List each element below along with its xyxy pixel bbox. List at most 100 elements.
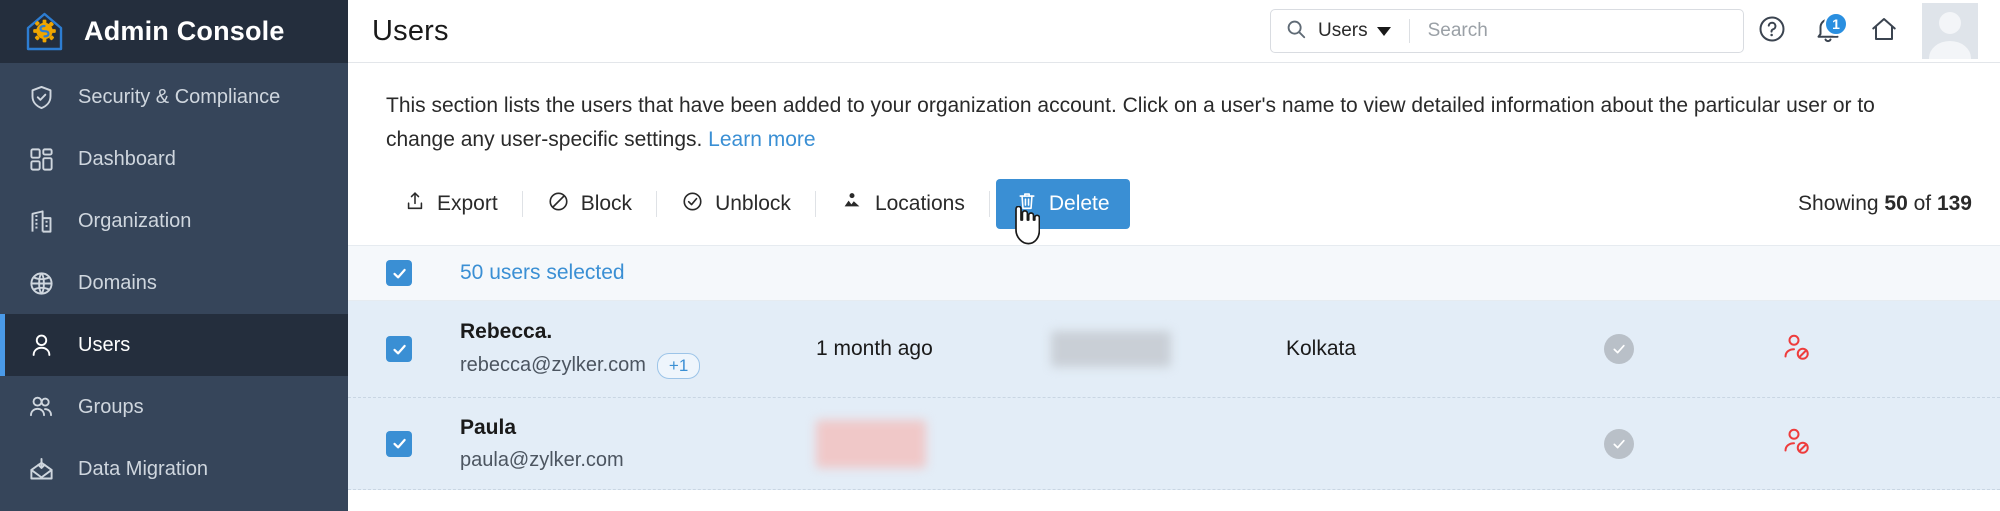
select-all-checkbox[interactable] xyxy=(386,260,412,287)
section-description: This section lists the users that have b… xyxy=(348,63,1928,157)
trash-icon xyxy=(1016,190,1038,218)
sidebar-item-label: Domains xyxy=(78,271,157,294)
delete-label: Delete xyxy=(1048,192,1110,216)
showing-count: Showing 50 of 139 xyxy=(1798,192,1972,216)
selected-count-label[interactable]: 50 users selected xyxy=(460,261,625,285)
user-email: paula@zylker.com xyxy=(460,448,624,471)
sidebar-nav: Security & Compliance Dashboard Organiza… xyxy=(0,63,348,511)
users-group-icon xyxy=(26,392,56,422)
last-active-cell xyxy=(816,419,1051,468)
export-upload-icon xyxy=(404,190,426,218)
sidebar-item-groups[interactable]: Groups xyxy=(0,376,348,438)
row-checkbox[interactable] xyxy=(386,336,412,363)
divider xyxy=(1408,19,1410,43)
user-name[interactable]: Rebecca. xyxy=(460,320,816,344)
user-name[interactable]: Paula xyxy=(460,416,816,440)
building-icon xyxy=(26,206,56,236)
divider xyxy=(656,191,658,218)
divider xyxy=(988,191,990,218)
sidebar-item-label: Data Migration xyxy=(78,457,209,480)
masked-value-cell xyxy=(1051,331,1286,368)
status-cell xyxy=(1516,428,1721,459)
user-cell: Paula paula@zylker.com xyxy=(412,416,816,472)
sidebar-item-users[interactable]: Users xyxy=(0,314,348,376)
user-icon xyxy=(26,330,56,360)
sidebar-item-data-migration[interactable]: Data Migration xyxy=(0,438,348,500)
delete-button[interactable]: Delete xyxy=(995,179,1130,230)
block-label: Block xyxy=(580,192,633,216)
showing-prefix: Showing xyxy=(1798,192,1885,216)
showing-total-count: 139 xyxy=(1936,192,1972,216)
locations-people-icon xyxy=(840,189,864,219)
page-title: Users xyxy=(372,14,449,47)
row-checkbox[interactable] xyxy=(386,430,412,457)
brand-header[interactable]: Admin Console xyxy=(0,0,348,63)
table-row[interactable]: Paula paula@zylker.com xyxy=(348,398,2000,491)
description-text: This section lists the users that have b… xyxy=(386,94,1875,152)
masked-value xyxy=(816,419,926,468)
divider xyxy=(521,191,523,218)
main-content: Users Users Search 1 This section lists … xyxy=(348,0,2000,511)
showing-middle: of xyxy=(1907,192,1937,216)
user-email: rebecca@zylker.com xyxy=(460,354,646,377)
check-circle-filled-icon xyxy=(1603,428,1634,459)
block-button[interactable]: Block xyxy=(529,180,650,229)
user-blocked-icon xyxy=(1781,332,1811,367)
app-root: Admin Console Security & Compliance Dash… xyxy=(0,0,2000,511)
alias-count-badge[interactable]: +1 xyxy=(656,352,701,379)
search-scope-label: Users xyxy=(1318,20,1368,41)
sidebar-item-security-compliance[interactable]: Security & Compliance xyxy=(0,66,348,128)
grid-dashboard-icon xyxy=(26,144,56,174)
actions-toolbar: Export Block Unblock Locations Delete Sh… xyxy=(348,157,2000,245)
export-label: Export xyxy=(437,192,498,216)
avatar-body xyxy=(1929,41,1971,59)
home-icon xyxy=(1869,14,1899,49)
last-active-cell: 1 month ago xyxy=(816,337,933,361)
search-scope-dropdown[interactable]: Users xyxy=(1318,20,1391,42)
sidebar-item-domains[interactable]: Domains xyxy=(0,252,348,314)
sidebar-item-label: Users xyxy=(78,333,131,356)
sidebar-item-label: Security & Compliance xyxy=(78,85,281,108)
table-row[interactable]: Rebecca. rebecca@zylker.com +1 1 month a… xyxy=(348,301,2000,399)
chevron-down-icon xyxy=(1376,26,1391,36)
notifications-button[interactable]: 1 xyxy=(1800,0,1856,63)
search-icon xyxy=(1285,18,1307,45)
sidebar: Admin Console Security & Compliance Dash… xyxy=(0,0,348,511)
shield-check-icon xyxy=(26,82,56,112)
search-input[interactable] xyxy=(1427,20,1729,42)
unblock-button[interactable]: Unblock xyxy=(663,180,809,229)
showing-visible-count: 50 xyxy=(1884,192,1908,216)
sidebar-item-dashboard[interactable]: Dashboard xyxy=(0,128,348,190)
help-circle-icon xyxy=(1757,14,1787,49)
brand-title: Admin Console xyxy=(84,16,285,46)
sidebar-item-label: Groups xyxy=(78,395,144,418)
user-cell: Rebecca. rebecca@zylker.com +1 xyxy=(412,320,816,379)
block-user-action[interactable] xyxy=(1721,426,1871,461)
top-bar-right: Users Search 1 xyxy=(1270,0,1978,63)
learn-more-link[interactable]: Learn more xyxy=(708,128,815,151)
block-user-action[interactable] xyxy=(1721,332,1871,367)
user-blocked-icon xyxy=(1781,426,1811,461)
user-email-wrap: rebecca@zylker.com +1 xyxy=(460,352,816,379)
locations-button[interactable]: Locations xyxy=(822,179,983,229)
help-button[interactable] xyxy=(1744,0,1800,63)
avatar[interactable] xyxy=(1922,3,1978,59)
check-circle-icon xyxy=(681,190,704,219)
export-button[interactable]: Export xyxy=(386,180,516,228)
home-button[interactable] xyxy=(1856,0,1912,63)
unblock-label: Unblock xyxy=(715,192,791,216)
search-box[interactable]: Users xyxy=(1270,9,1744,53)
notification-badge: 1 xyxy=(1824,11,1848,36)
check-circle-filled-icon xyxy=(1603,334,1634,365)
block-circle-icon xyxy=(547,190,570,219)
locations-label: Locations xyxy=(874,192,965,216)
selection-bar: 50 users selected xyxy=(348,245,2000,302)
sidebar-item-organization[interactable]: Organization xyxy=(0,190,348,252)
top-bar: Users Users Search 1 xyxy=(348,0,2000,63)
divider xyxy=(814,191,816,218)
globe-icon xyxy=(26,268,56,298)
status-cell xyxy=(1516,334,1721,365)
home-gear-logo-icon xyxy=(22,9,67,54)
user-email-wrap: paula@zylker.com xyxy=(460,449,816,472)
location-cell: Kolkata xyxy=(1286,337,1357,361)
